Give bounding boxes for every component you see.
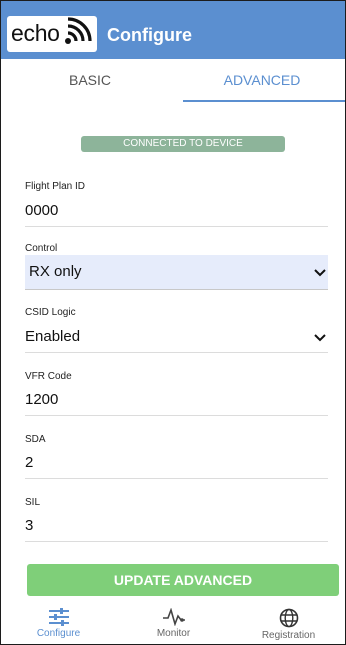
- chevron-down-icon: [314, 269, 326, 277]
- nav-label-monitor: Monitor: [156, 628, 191, 639]
- field-underline: [25, 289, 328, 290]
- page-title: Configure: [107, 25, 192, 45]
- csid-logic-label: CSID Logic: [25, 307, 76, 318]
- sda-input[interactable]: 2: [25, 454, 328, 471]
- field-underline: [25, 415, 328, 416]
- connection-status-badge: CONNECTED TO DEVICE: [81, 136, 285, 152]
- csid-logic-field: CSID Logic Enabled: [25, 307, 328, 353]
- control-value: RX only: [29, 263, 82, 280]
- vfr-code-label: VFR Code: [25, 371, 72, 382]
- control-select[interactable]: RX only: [25, 255, 328, 289]
- control-field: Control RX only: [25, 243, 328, 291]
- active-tab-indicator: [183, 100, 345, 102]
- control-label: Control: [25, 243, 58, 254]
- nav-item-monitor[interactable]: Monitor: [116, 604, 231, 639]
- sil-field: SIL 3: [25, 497, 328, 543]
- signal-waves-icon: [65, 17, 92, 44]
- nav-item-configure[interactable]: Configure: [1, 604, 116, 639]
- csid-logic-select[interactable]: Enabled: [25, 321, 328, 351]
- globe-icon: [279, 608, 298, 628]
- chevron-down-icon: [314, 334, 326, 342]
- flight-plan-id-field: Flight Plan ID 0000: [25, 181, 328, 227]
- nav-item-registration[interactable]: Registration: [231, 604, 345, 641]
- app-screen: echo Configure BASIC ADVANCED CONNECTED …: [0, 0, 346, 645]
- bottom-nav: Configure Monitor Registration: [1, 604, 345, 644]
- tab-bar: BASIC ADVANCED: [1, 59, 345, 103]
- pulse-icon: [162, 608, 185, 626]
- flight-plan-id-label: Flight Plan ID: [25, 181, 86, 192]
- sil-label: SIL: [25, 497, 41, 508]
- nav-label-registration: Registration: [261, 630, 316, 641]
- csid-logic-value: Enabled: [25, 328, 81, 345]
- tab-basic[interactable]: BASIC: [1, 59, 179, 101]
- sda-label: SDA: [25, 434, 46, 445]
- vfr-code-input[interactable]: 1200: [25, 391, 328, 408]
- sil-input[interactable]: 3: [25, 517, 328, 534]
- logo-text: echo: [11, 20, 60, 46]
- app-bar: echo Configure: [1, 1, 345, 59]
- sda-field: SDA 2: [25, 434, 328, 480]
- tab-advanced[interactable]: ADVANCED: [179, 59, 345, 101]
- field-underline: [25, 226, 328, 227]
- field-underline: [25, 541, 328, 542]
- nav-label-configure: Configure: [36, 628, 81, 639]
- field-underline: [25, 478, 328, 479]
- sliders-icon: [48, 608, 69, 626]
- echo-logo: echo: [7, 16, 97, 52]
- flight-plan-id-input[interactable]: 0000: [25, 202, 328, 219]
- vfr-code-field: VFR Code 1200: [25, 371, 328, 417]
- update-advanced-button[interactable]: UPDATE ADVANCED: [27, 564, 339, 596]
- field-underline: [25, 352, 328, 353]
